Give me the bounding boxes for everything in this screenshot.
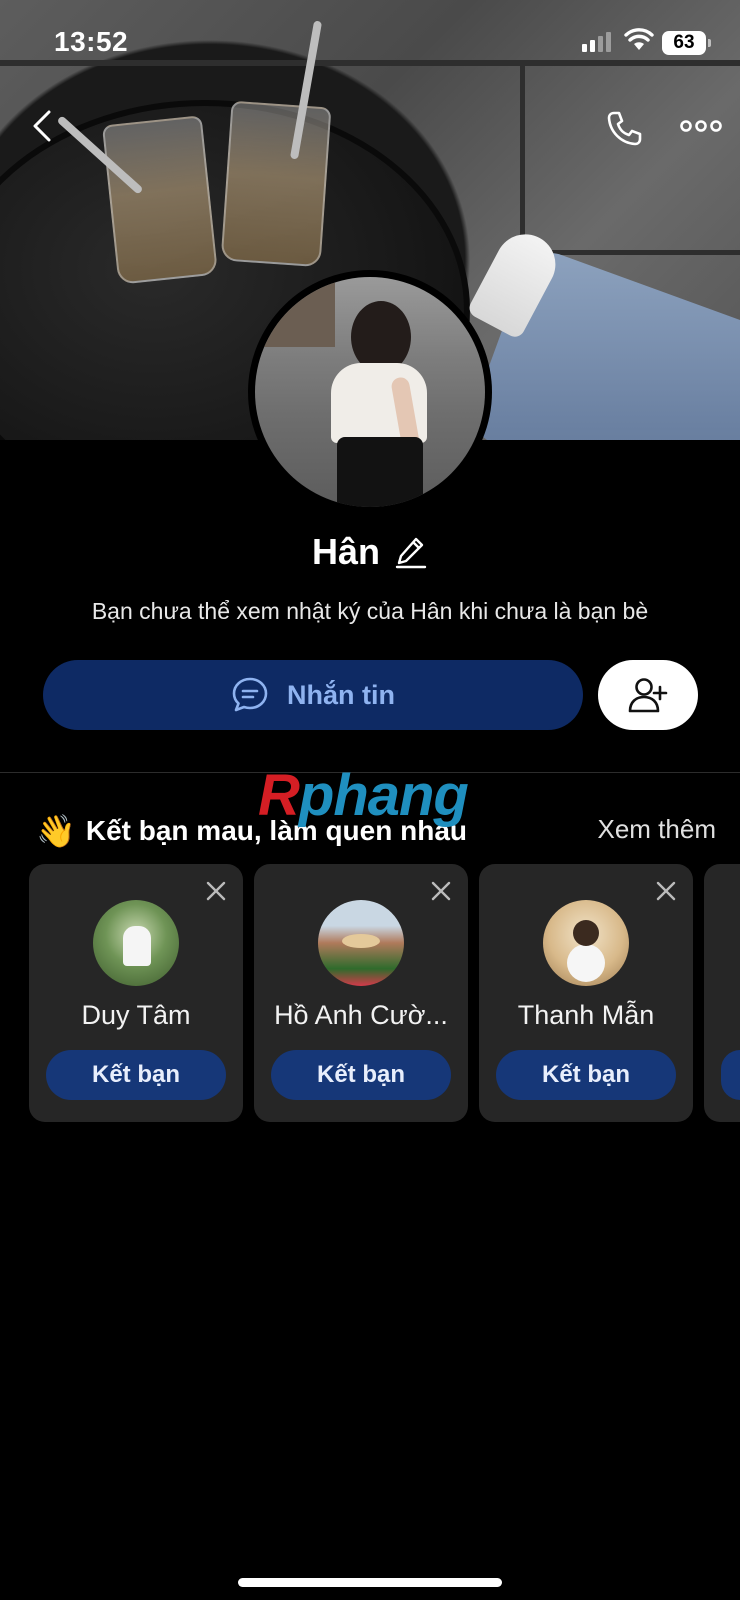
wifi-icon [624,28,654,57]
close-icon[interactable] [203,878,229,904]
suggestion-name: Duy Tâm [81,1000,191,1030]
avatar [318,900,404,986]
close-icon[interactable] [428,878,454,904]
suggestion-name: Hồ Anh Cườ... [274,1000,448,1030]
add-friend-button[interactable] [598,660,698,730]
suggestion-card[interactable]: Thanh Mẫn Kết bạn [479,864,693,1122]
status-bar: 13:52 63 [0,0,740,90]
avatar-image [255,277,485,507]
add-friend-button[interactable]: Kết bạn [496,1050,676,1100]
profile-avatar[interactable] [248,270,492,514]
avatar [93,900,179,986]
cover-glass [220,100,332,268]
close-icon[interactable] [653,878,679,904]
cover-glass [101,115,219,285]
back-button[interactable] [22,104,62,148]
chat-bubble-icon [232,677,268,712]
home-indicator [238,1578,502,1587]
add-user-icon [628,678,668,713]
add-friend-button[interactable]: Kết bạn [46,1050,226,1100]
privacy-notice: Bạn chưa thể xem nhật ký của Hân khi chư… [91,598,649,624]
profile-name: Hân [311,531,380,572]
chevron-left-icon [33,110,51,142]
see-more-link[interactable]: Xem thêm [598,814,717,845]
more-options-button[interactable] [676,106,726,146]
battery-indicator: 63 [662,31,711,55]
watermark-logo: Rphang [258,763,469,828]
profile-name-row: Hân [0,528,740,576]
more-horizontal-icon [680,120,722,132]
suggestion-card[interactable]: Hồ Anh Cườ... Kết bạn [254,864,468,1122]
suggestion-name: Thanh Mẫn [517,1000,655,1030]
message-button-label: Nhắn tin [287,679,395,710]
suggestion-card-partial[interactable] [704,864,740,1122]
waving-hand-icon: 👋 [36,813,76,849]
phone-icon [607,111,642,146]
add-friend-button-partial[interactable] [721,1050,740,1100]
message-button[interactable]: Nhắn tin [43,660,583,730]
status-time: 13:52 [54,26,129,57]
call-button[interactable] [600,104,648,152]
suggestion-cards: Duy Tâm Kết bạn Hồ Anh Cườ... Kết bạn Th… [29,864,740,1122]
suggestion-card[interactable]: Duy Tâm Kết bạn [29,864,243,1122]
cellular-signal-icon [582,30,611,52]
edit-pencil-icon[interactable] [394,534,428,570]
add-friend-button[interactable]: Kết bạn [271,1050,451,1100]
avatar [543,900,629,986]
